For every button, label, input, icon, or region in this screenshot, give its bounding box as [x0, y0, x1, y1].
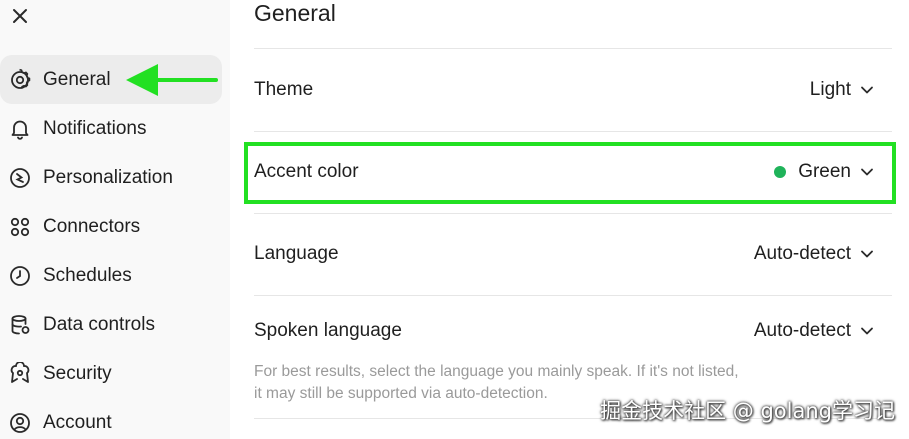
- sidebar-item-schedules[interactable]: Schedules: [0, 251, 222, 300]
- account-icon: [7, 410, 33, 436]
- personalization-icon: [7, 165, 33, 191]
- chevron-down-icon: [859, 323, 875, 339]
- divider: [254, 131, 892, 132]
- watermark: 掘金技术社区 @ golang学习记: [600, 399, 895, 423]
- sidebar-item-label: Account: [43, 411, 112, 433]
- sidebar-item-account[interactable]: Account: [0, 398, 222, 439]
- clock-icon: [7, 263, 33, 289]
- settings-window: General Notifications Personalization Co…: [0, 0, 909, 439]
- sidebar-item-label: Schedules: [43, 264, 132, 286]
- database-icon: [7, 312, 33, 338]
- theme-value: Light: [809, 79, 851, 100]
- sidebar-item-notifications[interactable]: Notifications: [0, 104, 222, 153]
- sidebar-item-label: Data controls: [43, 313, 155, 335]
- divider: [254, 48, 892, 49]
- language-dropdown[interactable]: Auto-detect: [754, 243, 875, 265]
- sidebar-item-label: Personalization: [43, 166, 173, 188]
- language-value: Auto-detect: [753, 243, 851, 264]
- shield-icon: [7, 361, 33, 387]
- sidebar-item-label: General: [43, 68, 111, 90]
- close-icon: [13, 9, 27, 23]
- chevron-down-icon: [859, 246, 875, 262]
- sidebar-item-label: Connectors: [43, 215, 141, 237]
- general-settings-panel: General Theme Light Accent color Green L…: [230, 0, 909, 439]
- highlight-annotation: [244, 142, 896, 204]
- sidebar-item-security[interactable]: Security: [0, 349, 222, 398]
- page-title: General: [254, 0, 336, 26]
- spoken-language-label: Spoken language: [254, 320, 402, 341]
- gear-icon: [7, 67, 33, 93]
- connectors-icon: [7, 214, 33, 240]
- arrow-annotation-icon: [126, 64, 218, 96]
- sidebar-item-label: Security: [43, 362, 112, 384]
- settings-sidebar: General Notifications Personalization Co…: [0, 0, 230, 439]
- help-text-line: For best results, select the language yo…: [254, 363, 739, 380]
- spoken-language-value: Auto-detect: [753, 320, 851, 341]
- sidebar-item-label: Notifications: [43, 117, 147, 139]
- chevron-down-icon: [859, 82, 875, 98]
- sidebar-item-personalization[interactable]: Personalization: [0, 153, 222, 202]
- divider: [254, 213, 892, 214]
- theme-label: Theme: [254, 79, 314, 100]
- spoken-language-dropdown[interactable]: Auto-detect: [754, 320, 875, 342]
- language-label: Language: [254, 243, 339, 264]
- sidebar-item-data-controls[interactable]: Data controls: [0, 300, 222, 349]
- divider: [254, 295, 892, 296]
- close-button[interactable]: [6, 2, 34, 30]
- sidebar-item-connectors[interactable]: Connectors: [0, 202, 222, 251]
- theme-dropdown[interactable]: Light: [810, 79, 875, 101]
- bell-icon: [7, 116, 33, 142]
